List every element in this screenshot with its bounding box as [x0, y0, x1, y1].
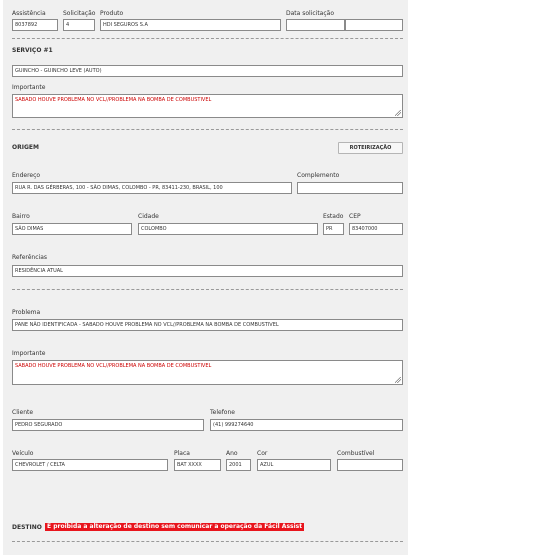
importante-label: Importante	[12, 350, 46, 357]
data-solicitacao-field[interactable]	[286, 19, 345, 31]
hora-solicitacao-field[interactable]	[345, 19, 403, 31]
bairro-label: Bairro	[12, 213, 30, 220]
assistencia-field[interactable]: 8037892	[12, 19, 58, 31]
placa-label: Placa	[174, 450, 190, 457]
combustivel-label: Combustível	[337, 450, 375, 457]
roteirizacao-button[interactable]: ROTEIRIZAÇÃO	[338, 142, 403, 154]
problema-label: Problema	[12, 309, 41, 316]
resize-handle-icon[interactable]	[395, 110, 401, 116]
combustivel-field[interactable]	[337, 459, 403, 471]
importante-text: SABADO HOUVE PROBLEMA NO VCL//PROBLEMA N…	[15, 363, 212, 369]
telefone-field[interactable]: (41) 999274640	[210, 419, 403, 431]
cep-field[interactable]: 83407000	[349, 223, 403, 235]
endereco-field[interactable]: RUA R. DAS GÉRBERAS, 100 - SÃO DIMAS, CO…	[12, 182, 292, 194]
veiculo-field[interactable]: CHEVROLET / CELTA	[12, 459, 168, 471]
importante-label: Importante	[12, 84, 46, 91]
divider	[12, 129, 403, 130]
cep-label: CEP	[349, 213, 361, 220]
veiculo-label: Veículo	[12, 450, 34, 457]
service-form-panel	[3, 0, 408, 555]
placa-field[interactable]: BAT XXXX	[174, 459, 221, 471]
ano-label: Ano	[226, 450, 238, 457]
servico-tipo-field[interactable]: GUINCHO - GUINCHO LEVE (AUTO)	[12, 65, 403, 77]
cliente-label: Cliente	[12, 409, 34, 416]
referencias-label: Referências	[12, 254, 47, 261]
cor-label: Cor	[257, 450, 268, 457]
bairro-field[interactable]: SÃO DIMAS	[12, 223, 132, 235]
complemento-label: Complemento	[297, 172, 340, 179]
divider	[12, 38, 403, 39]
produto-field[interactable]: HDI SEGUROS S.A	[100, 19, 281, 31]
importante-text: SABADO HOUVE PROBLEMA NO VCL//PROBLEMA N…	[15, 97, 212, 103]
solicitacao-field[interactable]: 4	[63, 19, 95, 31]
endereco-label: Endereço	[12, 172, 41, 179]
data-solicitacao-label: Data solicitação	[286, 10, 335, 17]
cidade-label: Cidade	[138, 213, 159, 220]
cor-field[interactable]: AZUL	[257, 459, 331, 471]
destino-warning-badge: É proibida a alteração de destino sem co…	[45, 523, 305, 531]
servico-title: SERVIÇO #1	[12, 47, 53, 54]
cidade-field[interactable]: COLOMBO	[138, 223, 318, 235]
ano-field[interactable]: 2001	[226, 459, 251, 471]
origem-title: ORIGEM	[12, 144, 39, 151]
destino-title: DESTINO	[12, 524, 42, 531]
cliente-field[interactable]: PEDRO SEGURADO	[12, 419, 204, 431]
referencias-field[interactable]: RESIDÊNCIA ATUAL	[12, 265, 403, 277]
estado-field[interactable]: PR	[323, 223, 344, 235]
telefone-label: Telefone	[210, 409, 235, 416]
importante-textarea[interactable]: SABADO HOUVE PROBLEMA NO VCL//PROBLEMA N…	[12, 94, 403, 118]
solicitacao-label: Solicitação	[63, 10, 96, 17]
importante-textarea[interactable]: SABADO HOUVE PROBLEMA NO VCL//PROBLEMA N…	[12, 360, 403, 385]
produto-label: Produto	[100, 10, 124, 17]
divider	[12, 541, 403, 542]
divider	[12, 289, 403, 290]
assistencia-label: Assistência	[12, 10, 46, 17]
resize-handle-icon[interactable]	[395, 377, 401, 383]
complemento-field[interactable]	[297, 182, 403, 194]
problema-field[interactable]: PANE NÃO IDENTIFICADA - SABADO HOUVE PRO…	[12, 319, 403, 331]
estado-label: Estado	[323, 213, 344, 220]
